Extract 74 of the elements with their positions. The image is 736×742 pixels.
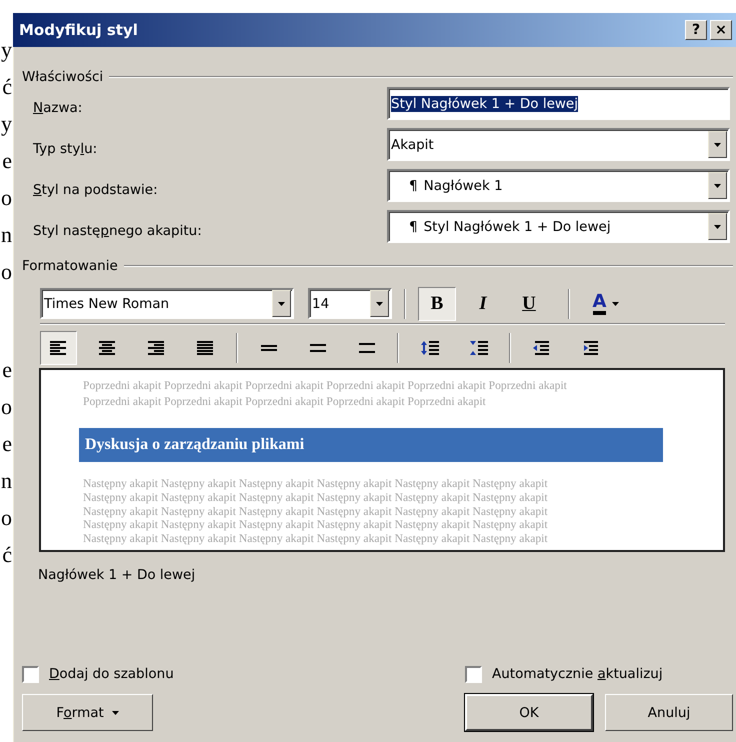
group-label: Formatowanie <box>22 258 119 274</box>
sample-text: Poprzedni akapit Poprzedni akapit Poprzedni akapit Poprzedni akapit Poprzedni akapit <box>83 394 487 410</box>
caret-icon <box>714 224 721 228</box>
group-label: Właściwości <box>22 69 104 85</box>
align-right-icon <box>148 340 166 356</box>
bold-button[interactable]: B <box>418 286 456 320</box>
align-center-icon <box>98 340 116 356</box>
dropdown-button[interactable] <box>708 131 727 158</box>
document-text: o <box>0 393 12 421</box>
document-text: ć <box>1 73 12 101</box>
field-label: Nazwa: <box>33 98 84 116</box>
size-dropdown[interactable]: 14 <box>308 288 392 319</box>
sample-text: Następny akapit Następny akapit Następny akapit Następny akapit Następny akapit Następny akapit <box>83 504 549 518</box>
field-label: Typ stylu: <box>33 140 98 156</box>
caret-icon <box>714 184 721 188</box>
document-text: ć <box>1 541 12 569</box>
checkbox-label: Automatycznie aktualizuj <box>492 666 663 682</box>
document-text: n <box>0 221 12 249</box>
document-text: n <box>0 467 12 495</box>
dropdown-button[interactable] <box>370 290 389 317</box>
font-dropdown[interactable]: Times New Roman <box>40 288 294 319</box>
dropdown-button[interactable] <box>708 213 727 240</box>
dropdown-value: Nagłówek 1 <box>424 178 503 194</box>
caret-icon <box>278 302 285 306</box>
sample-text: Następny akapit Następny akapit Następny akapit Następny akapit Następny akapit Następny akapit <box>83 477 549 491</box>
document-text: y <box>0 36 12 64</box>
style-description: Nagłówek 1 + Do lewej <box>37 566 196 584</box>
style-dropdown[interactable]: ¶ Nagłówek 1 <box>387 169 730 202</box>
paragraph-mark: ¶ <box>409 178 418 194</box>
sample-text: Następny akapit Następny akapit Następny akapit Następny akapit Następny akapit Następny akapit <box>83 532 549 546</box>
sample-text: Następny akapit Następny akapit Następny akapit Następny akapit Następny akapit Następny akapit <box>83 490 549 505</box>
field-label: Styl na podstawie: <box>33 180 159 198</box>
document-text: o <box>0 258 12 286</box>
align-left-icon <box>50 340 68 356</box>
caret-icon <box>612 302 620 306</box>
close-button[interactable]: × <box>710 20 732 40</box>
line-spacing-icon <box>358 340 376 356</box>
dropdown-value: Times New Roman <box>44 296 170 312</box>
field-label: Styl następnego akapitu: <box>33 222 203 238</box>
sample-text: Poprzedni akapit Poprzedni akapit Poprzedni akapit Poprzedni akapit Poprzedni akapit Poprzedni akapit <box>83 378 568 394</box>
dropdown-value: Akapit <box>391 136 434 152</box>
align-justify-icon <box>196 340 214 356</box>
indent-decrease-icon <box>532 340 550 356</box>
document-text: y <box>0 110 12 138</box>
document-text: e <box>1 147 12 175</box>
checkbox-label: Dodaj do szablonu <box>49 666 174 682</box>
paragraph-spacing-icon <box>420 340 438 356</box>
checkbox[interactable] <box>465 666 482 682</box>
sample-text: Następny akapit Następny akapit Następny akapit Następny akapit Następny akapit Następny akapit <box>83 518 549 532</box>
window-title: Modyfikuj styl <box>19 21 139 39</box>
heading-sample: Dyskusja o zarządzaniu plikami <box>79 428 663 462</box>
caret-icon <box>112 710 119 714</box>
document-text: o <box>0 184 12 212</box>
dialog-button[interactable]: Anuluj <box>605 694 733 731</box>
paragraph-mark: ¶ <box>409 218 418 234</box>
indent-increase-icon <box>582 340 600 356</box>
dropdown-button[interactable] <box>708 172 727 199</box>
dropdown-button[interactable] <box>272 290 291 317</box>
dropdown-value: 14 <box>312 296 330 312</box>
align-left-button[interactable] <box>40 331 77 365</box>
checkbox[interactable] <box>22 666 39 682</box>
document-text: o <box>0 504 12 532</box>
dropdown-value: Styl Nagłówek 1 + Do lewej <box>424 218 611 234</box>
paragraph-spacing-icon <box>470 340 488 356</box>
style-dropdown[interactable]: Akapit <box>387 128 730 161</box>
document-text: e <box>1 430 12 458</box>
caret-icon <box>714 142 721 146</box>
dialog-button[interactable]: OK <box>465 694 593 731</box>
name-field[interactable]: Styl Nagłówek 1 + Do lewej <box>387 87 730 120</box>
document-text: e <box>1 356 12 384</box>
caret-icon <box>376 302 383 306</box>
help-button[interactable]: ? <box>685 20 707 40</box>
format-menu-button[interactable]: Format <box>22 694 153 731</box>
style-dropdown[interactable]: ¶ Styl Nagłówek 1 + Do lewej <box>387 210 730 243</box>
